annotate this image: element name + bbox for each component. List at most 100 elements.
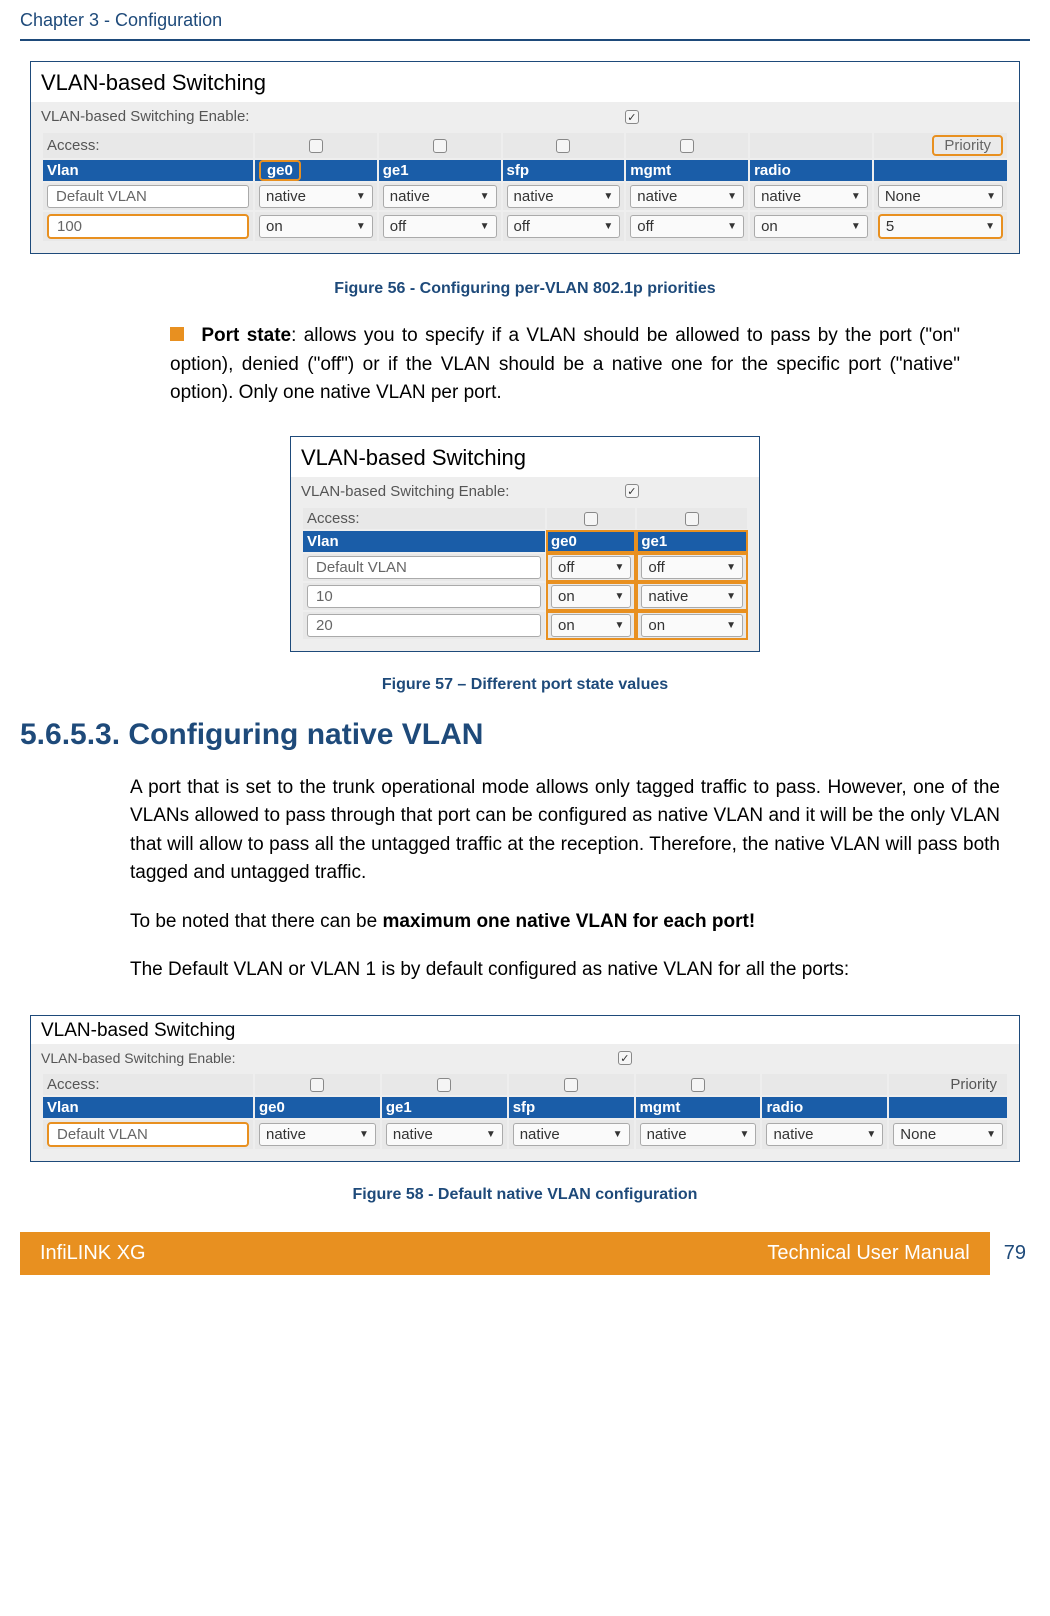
table-row: Default VLAN native▼ native▼ native▼ nat… <box>43 1120 1007 1149</box>
body-paragraph-3: The Default VLAN or VLAN 1 is by default… <box>130 956 1000 985</box>
vlan-name-input[interactable]: Default VLAN <box>47 1122 249 1147</box>
col-mgmt: mgmt <box>636 1097 761 1118</box>
page-number: 79 <box>1004 1242 1050 1265</box>
header-row: Vlan ge0 ge1 <box>303 531 747 552</box>
port-state-select[interactable]: off▼ <box>551 556 631 579</box>
body-paragraph-1: A port that is set to the trunk operatio… <box>130 774 1000 888</box>
priority-header: Priority <box>889 1074 1007 1095</box>
port-state-select[interactable]: native▼ <box>766 1123 883 1146</box>
priority-select[interactable]: None▼ <box>893 1123 1003 1146</box>
access-label: Access: <box>303 508 545 529</box>
access-label: Access: <box>43 133 253 158</box>
port-state-select[interactable]: off▼ <box>383 215 497 238</box>
col-sfp: sfp <box>503 160 625 181</box>
vlan-name-input[interactable]: 100 <box>47 214 249 239</box>
col-radio: radio <box>750 160 872 181</box>
priority-select[interactable]: 5▼ <box>878 214 1003 239</box>
col-sfp: sfp <box>509 1097 634 1118</box>
table-row: 10 on▼ native▼ <box>303 583 747 610</box>
access-checkbox-ge1[interactable] <box>433 139 447 153</box>
header-row: Vlan ge0 ge1 sfp mgmt radio <box>43 160 1007 181</box>
port-state-select[interactable]: off▼ <box>507 215 621 238</box>
enable-checkbox[interactable] <box>618 1051 632 1065</box>
table-row: Default VLAN native▼ native▼ native▼ nat… <box>43 183 1007 210</box>
port-state-select[interactable]: native▼ <box>259 185 373 208</box>
port-state-select[interactable]: on▼ <box>754 215 868 238</box>
enable-row: VLAN-based Switching Enable: <box>41 108 1009 125</box>
table-row: 100 on▼ off▼ off▼ off▼ on▼ 5▼ <box>43 212 1007 241</box>
priority-header: Priority <box>932 135 1003 156</box>
port-state-select[interactable]: native▼ <box>386 1123 503 1146</box>
port-state-select[interactable]: on▼ <box>551 614 631 637</box>
port-state-select[interactable]: on▼ <box>259 215 373 238</box>
access-row: Access: <box>303 508 747 529</box>
access-row: Access: Priority <box>43 133 1007 158</box>
footer-product: InfiLINK XG <box>40 1242 146 1265</box>
port-state-select[interactable]: off▼ <box>641 556 743 579</box>
vlan-table: Access: Vlan ge0 ge1 Default VLAN off▼ o… <box>301 506 749 641</box>
figure-57-caption: Figure 57 – Different port state values <box>30 676 1020 694</box>
port-state-select[interactable]: native▼ <box>507 185 621 208</box>
section-heading: 5.6.5.3. Configuring native VLAN <box>20 718 1030 752</box>
figure-58: VLAN-based Switching VLAN-based Switchin… <box>30 1015 1020 1162</box>
col-ge1: ge1 <box>382 1097 507 1118</box>
footer-manual: Technical User Manual <box>767 1242 969 1265</box>
col-ge0: ge0 <box>547 531 635 552</box>
port-state-select[interactable]: native▼ <box>383 185 497 208</box>
enable-checkbox[interactable] <box>625 484 639 498</box>
table-row: Default VLAN off▼ off▼ <box>303 554 747 581</box>
vlan-name-input[interactable]: 10 <box>307 585 541 608</box>
enable-label: VLAN-based Switching Enable: <box>41 1050 236 1066</box>
enable-label: VLAN-based Switching Enable: <box>301 483 509 500</box>
col-ge1: ge1 <box>637 531 747 552</box>
port-state-select[interactable]: on▼ <box>641 614 743 637</box>
col-vlan: Vlan <box>303 531 545 552</box>
access-checkbox-ge1[interactable] <box>685 512 699 526</box>
enable-checkbox[interactable] <box>625 110 639 124</box>
access-checkbox-sfp[interactable] <box>564 1078 578 1092</box>
figure-57: VLAN-based Switching VLAN-based Switchin… <box>290 436 760 652</box>
access-checkbox-mgmt[interactable] <box>691 1078 705 1092</box>
panel-title: VLAN-based Switching <box>31 62 1019 102</box>
port-state-select[interactable]: off▼ <box>630 215 744 238</box>
enable-label: VLAN-based Switching Enable: <box>41 108 249 125</box>
port-state-select[interactable]: native▼ <box>754 185 868 208</box>
port-state-select[interactable]: native▼ <box>640 1123 757 1146</box>
access-row: Access: Priority <box>43 1074 1007 1095</box>
vlan-name-input[interactable]: 20 <box>307 614 541 637</box>
vlan-name-input[interactable]: Default VLAN <box>47 185 249 208</box>
enable-row: VLAN-based Switching Enable: <box>41 1050 1009 1066</box>
page-footer: InfiLINK XG Technical User Manual 79 <box>0 1232 1050 1275</box>
port-state-select[interactable]: native▼ <box>513 1123 630 1146</box>
header-row: Vlan ge0 ge1 sfp mgmt radio <box>43 1097 1007 1118</box>
body-paragraph-2: To be noted that there can be maximum on… <box>130 908 1000 937</box>
vlan-name-input[interactable]: Default VLAN <box>307 556 541 579</box>
access-checkbox-ge0[interactable] <box>309 139 323 153</box>
access-checkbox-ge0[interactable] <box>310 1078 324 1092</box>
figure-56-caption: Figure 56 - Configuring per-VLAN 802.1p … <box>30 280 1020 298</box>
chapter-header: Chapter 3 - Configuration <box>0 0 1050 39</box>
port-state-select[interactable]: native▼ <box>259 1123 376 1146</box>
vlan-table: Access: Priority Vlan ge0 ge1 sfp mgmt r… <box>41 131 1009 243</box>
figure-58-caption: Figure 58 - Default native VLAN configur… <box>30 1186 1020 1204</box>
access-checkbox-mgmt[interactable] <box>680 139 694 153</box>
bullet-icon <box>170 327 184 341</box>
col-ge1: ge1 <box>379 160 501 181</box>
col-radio: radio <box>762 1097 887 1118</box>
priority-select[interactable]: None▼ <box>878 185 1003 208</box>
col-mgmt: mgmt <box>626 160 748 181</box>
access-checkbox-sfp[interactable] <box>556 139 570 153</box>
panel-title: VLAN-based Switching <box>291 437 759 477</box>
port-state-select[interactable]: native▼ <box>641 585 743 608</box>
table-row: 20 on▼ on▼ <box>303 612 747 639</box>
panel-title: VLAN-based Switching <box>31 1016 1019 1044</box>
bullet-label: Port state <box>201 325 291 346</box>
access-checkbox-ge1[interactable] <box>437 1078 451 1092</box>
access-checkbox-ge0[interactable] <box>584 512 598 526</box>
port-state-select[interactable]: native▼ <box>630 185 744 208</box>
port-state-select[interactable]: on▼ <box>551 585 631 608</box>
col-vlan: Vlan <box>43 160 253 181</box>
enable-row: VLAN-based Switching Enable: <box>301 483 749 500</box>
vlan-table: Access: Priority Vlan ge0 ge1 sfp mgmt r… <box>41 1072 1009 1151</box>
col-ge0: ge0 <box>259 160 301 181</box>
